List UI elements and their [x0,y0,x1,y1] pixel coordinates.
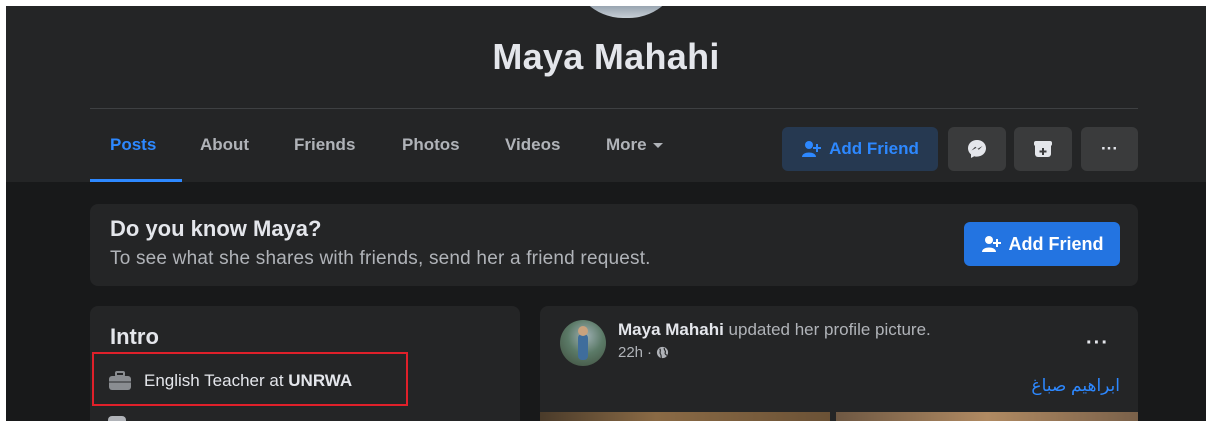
add-friend-button[interactable]: Add Friend [782,127,938,171]
add-friend-card-button[interactable]: Add Friend [964,222,1120,266]
do-you-know-subtitle: To see what she shares with friends, sen… [110,248,651,269]
post-header: Maya Mahahi updated her profile picture. [618,320,931,340]
follow-icon [1034,141,1052,157]
tab-more-label: More [606,135,647,154]
chevron-down-icon [652,143,663,149]
tab-photos-label: Photos [402,135,460,154]
post-author-avatar[interactable] [560,320,606,366]
post-photo-right[interactable] [836,412,1138,421]
post-meta-separator: · [647,344,653,361]
avatar-photo [578,326,588,360]
do-you-know-title: Do you know Maya? [110,216,322,241]
header-divider [90,108,1138,109]
more-options-button[interactable]: ··· [1081,127,1138,171]
tab-posts[interactable]: Posts [110,122,156,182]
tab-photos[interactable]: Photos [402,122,460,182]
highlight-box [92,352,408,406]
post-tagged-name[interactable]: ابراهيم صباغ [1031,376,1120,396]
post-card: Maya Mahahi updated her profile picture.… [540,306,1138,421]
profile-name: Maya Mahahi [492,36,720,77]
do-you-know-card: Do you know Maya? To see what she shares… [90,204,1138,286]
post-timestamp[interactable]: 22h [618,344,643,361]
more-dots-icon: ··· [1101,139,1118,158]
tab-more[interactable]: More [606,122,663,182]
add-friend-icon [802,141,822,157]
add-friend-label: Add Friend [829,139,919,158]
messenger-button[interactable] [948,127,1006,171]
tab-videos[interactable]: Videos [505,122,560,182]
active-tab-underline [90,179,182,182]
add-friend-card-label: Add Friend [1008,233,1104,254]
profile-picture[interactable] [571,6,681,18]
profile-header: Maya Mahahi Posts About Friends Photos V… [6,6,1206,182]
post-meta: 22h · [618,344,669,361]
post-author-name[interactable]: Maya Mahahi [618,320,724,339]
intro-next-item-icon [108,416,126,421]
tab-friends[interactable]: Friends [294,122,355,182]
tab-about-label: About [200,135,250,154]
tab-videos-label: Videos [505,135,561,154]
messenger-icon [968,140,986,158]
follow-button[interactable] [1014,127,1072,171]
globe-icon [656,346,669,359]
tab-posts-label: Posts [110,135,157,154]
post-options-button[interactable]: ··· [1086,332,1109,355]
tab-about[interactable]: About [200,122,249,182]
intro-title: Intro [110,324,159,349]
add-friend-icon [981,236,1001,252]
post-photo-left[interactable] [540,412,830,421]
post-action-text: updated her profile picture. [723,320,931,339]
tab-friends-label: Friends [294,135,356,154]
facebook-profile-screen: Maya Mahahi Posts About Friends Photos V… [6,6,1206,421]
